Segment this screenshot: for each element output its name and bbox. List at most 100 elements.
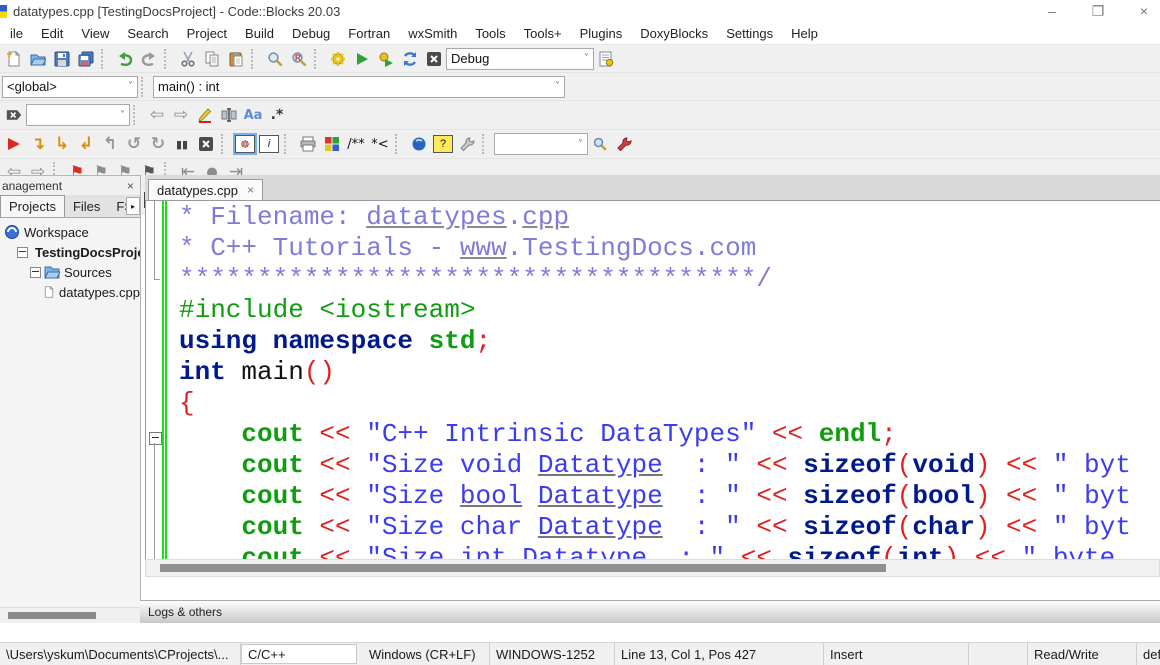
logs-panel-header[interactable]: Logs & others (140, 600, 1160, 623)
editor-scrollbar-thumb[interactable] (160, 564, 886, 572)
tree-item-workspace[interactable]: Workspace (2, 222, 140, 242)
menu-tools[interactable]: Tools (466, 24, 514, 43)
doxy-config-icon[interactable] (455, 133, 479, 155)
menu-build[interactable]: Build (236, 24, 283, 43)
menu-search[interactable]: Search (118, 24, 177, 43)
build-and-run-button[interactable] (374, 48, 398, 70)
function-combo[interactable]: main() : int˅ (153, 76, 565, 98)
code-line: * C++ Tutorials - www.TestingDocs.com (179, 233, 1160, 264)
undo-button[interactable] (113, 48, 137, 70)
step-into-instruction-icon[interactable]: ↻ (146, 133, 170, 155)
menu-project[interactable]: Project (178, 24, 236, 43)
doxy-line-comment-icon[interactable]: *< (368, 133, 392, 155)
tree-item-project[interactable]: TestingDocsProject (2, 242, 140, 262)
menu-wxsmith[interactable]: wxSmith (399, 24, 466, 43)
toolbar-separator (133, 105, 142, 125)
run-to-cursor-icon[interactable]: ↴ (26, 133, 50, 155)
debug-info-icon[interactable]: i (257, 133, 281, 155)
status-encoding: WINDOWS-1252 (490, 643, 615, 665)
editor-tab-close-icon[interactable]: × (247, 183, 254, 197)
debug-break-icon[interactable]: ▮▮ (170, 133, 194, 155)
save-all-button[interactable] (74, 48, 98, 70)
find-button[interactable] (263, 48, 287, 70)
tree-item-datatypes[interactable]: datatypes.cpp (2, 282, 140, 302)
menu-tools-[interactable]: Tools+ (515, 24, 571, 43)
menu-edit[interactable]: Edit (32, 24, 72, 43)
tab-projects[interactable]: Projects (0, 195, 65, 217)
debug-continue-button[interactable] (2, 133, 26, 155)
collapse-icon[interactable] (17, 247, 28, 258)
doxy-block-comment-icon[interactable]: /** (344, 133, 368, 155)
next-line-icon[interactable]: ↳ (50, 133, 74, 155)
step-out-icon[interactable]: ↰ (98, 133, 122, 155)
cut-button[interactable] (176, 48, 200, 70)
code-line: { (179, 388, 1160, 419)
symbol-search-button[interactable] (588, 133, 612, 155)
redo-button[interactable] (137, 48, 161, 70)
toolbar-separator (164, 49, 173, 69)
toolbar-separator (314, 49, 323, 69)
run-button[interactable] (350, 48, 374, 70)
menu-doxyblocks[interactable]: DoxyBlocks (631, 24, 717, 43)
menu-settings[interactable]: Settings (717, 24, 782, 43)
chevron-down-icon: ˅ (555, 81, 560, 92)
scope-combo[interactable]: <global>˅ (2, 76, 138, 98)
new-file-button[interactable] (2, 48, 26, 70)
doxy-run-chm-icon[interactable]: ? (431, 133, 455, 155)
open-file-button[interactable] (26, 48, 50, 70)
rebuild-button[interactable] (398, 48, 422, 70)
logs-panel-label: Logs & others (148, 605, 222, 619)
search-prev-icon[interactable]: ⇦ (145, 104, 169, 126)
menu-ile[interactable]: ile (1, 24, 32, 43)
doxy-run-html-icon[interactable] (407, 133, 431, 155)
menu-help[interactable]: Help (782, 24, 827, 43)
code-line: using namespace std; (179, 326, 1160, 357)
editor-horizontal-scrollbar[interactable] (145, 559, 1160, 577)
compiler-settings-button[interactable] (594, 48, 618, 70)
paste-button[interactable] (224, 48, 248, 70)
chevron-down-icon: ˅ (578, 139, 583, 150)
copy-button[interactable] (200, 48, 224, 70)
build-target-combo[interactable]: Debug˅ (446, 48, 594, 70)
code-line: cout << "Size void Datatype : " << sizeo… (179, 450, 1160, 481)
build-button[interactable] (326, 48, 350, 70)
replace-button[interactable] (287, 48, 311, 70)
search-next-icon[interactable]: ⇨ (169, 104, 193, 126)
menu-fortran[interactable]: Fortran (339, 24, 399, 43)
code-line: cout << "C++ Intrinsic DataTypes" << end… (179, 419, 1160, 450)
tree-item-sources[interactable]: Sources (2, 262, 140, 282)
fold-collapse-icon[interactable] (149, 432, 162, 445)
panel-horizontal-scrollbar[interactable] (0, 607, 140, 623)
management-close-icon[interactable]: × (127, 179, 134, 193)
doxyblocks-extract-icon[interactable] (296, 133, 320, 155)
menu-debug[interactable]: Debug (283, 24, 339, 43)
minimize-button[interactable]: – (1044, 3, 1060, 19)
close-button[interactable]: × (1136, 3, 1152, 19)
symbol-search-combo[interactable]: ˅ (494, 133, 588, 155)
file-icon (43, 284, 55, 300)
collapse-icon[interactable] (30, 267, 41, 278)
highlight-occurrences-icon[interactable] (193, 104, 217, 126)
tab-overflow-icon[interactable]: ▸ (126, 197, 140, 215)
match-case-icon[interactable]: Aa (241, 104, 265, 126)
editor-tab-datatypes[interactable]: datatypes.cpp × (148, 179, 263, 200)
restore-button[interactable]: ❐ (1090, 3, 1106, 20)
chevron-down-icon: ˅ (584, 53, 589, 64)
panel-scrollbar-thumb[interactable] (8, 612, 96, 619)
menu-view[interactable]: View (72, 24, 118, 43)
tab-files[interactable]: Files (65, 196, 108, 217)
selected-text-only-icon[interactable] (217, 104, 241, 126)
code-editor[interactable]: * Filename: datatypes.cpp* C++ Tutorials… (145, 201, 1160, 561)
symbol-settings-button[interactable] (612, 133, 636, 155)
step-into-icon[interactable]: ↲ (74, 133, 98, 155)
menu-plugins[interactable]: Plugins (571, 24, 632, 43)
doxyblocks-icon[interactable] (320, 133, 344, 155)
debugging-windows-icon[interactable]: ☸ (233, 133, 257, 155)
incremental-search-combo[interactable]: ˅ (26, 104, 130, 126)
abort-button[interactable] (422, 48, 446, 70)
debug-stop-button[interactable] (194, 133, 218, 155)
close-incremental-search-button[interactable] (2, 104, 26, 126)
regex-icon[interactable]: .* (265, 104, 289, 126)
next-instruction-icon[interactable]: ↺ (122, 133, 146, 155)
save-button[interactable] (50, 48, 74, 70)
